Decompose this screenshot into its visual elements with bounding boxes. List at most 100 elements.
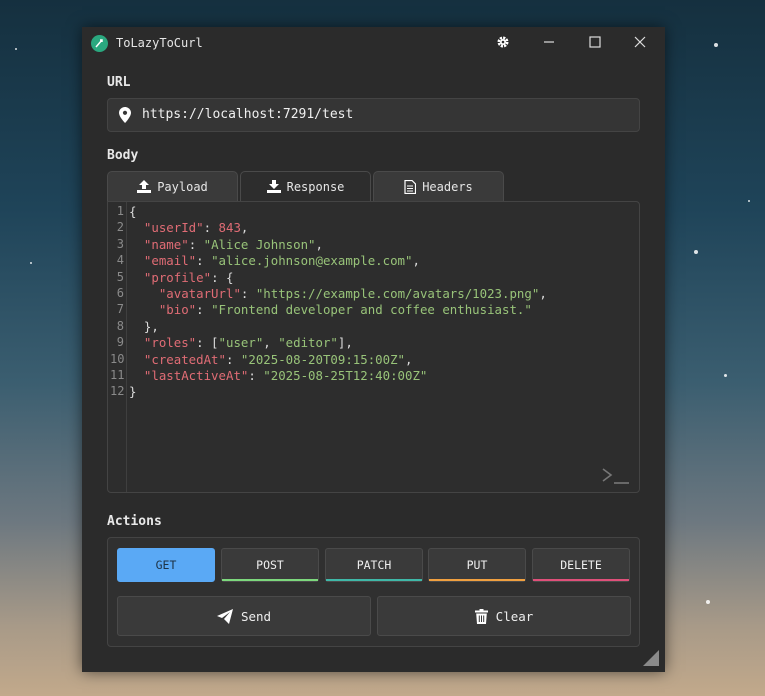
method-label: DELETE bbox=[560, 558, 602, 572]
tab-headers[interactable]: Headers bbox=[373, 171, 504, 201]
method-put-button[interactable]: PUT bbox=[428, 548, 526, 582]
star bbox=[694, 250, 698, 254]
code-token: : bbox=[188, 236, 204, 252]
star bbox=[15, 48, 17, 50]
method-label: GET bbox=[155, 558, 177, 572]
code-token: "profile" bbox=[143, 269, 212, 285]
close-button[interactable] bbox=[625, 31, 655, 55]
url-input[interactable]: https://localhost:7291/test bbox=[107, 98, 640, 132]
code-token: 843 bbox=[218, 220, 241, 236]
url-value: https://localhost:7291/test bbox=[142, 107, 354, 122]
line-number: 2 bbox=[116, 220, 124, 235]
code-token: , bbox=[405, 351, 413, 367]
response-editor[interactable]: 1 2 3 4 5 6 7 8 9 10 11 12 { "userId": 843, "name":… bbox=[107, 201, 640, 493]
code-token: "lastActiveAt" bbox=[143, 368, 249, 383]
code-token: "roles" bbox=[143, 335, 197, 351]
upload-icon bbox=[137, 180, 152, 193]
method-delete-button[interactable]: DELETE bbox=[532, 548, 630, 582]
code-token: : bbox=[196, 253, 212, 269]
actions-label: Actions bbox=[107, 514, 162, 529]
code-line: "createdAt": "2025-08-20T09:15:00Z", bbox=[129, 352, 413, 367]
code-token: }, bbox=[129, 318, 159, 334]
line-number: 11 bbox=[110, 368, 125, 382]
code-line: "email": "alice.johnson@example.com", bbox=[129, 253, 420, 268]
send-button[interactable]: Send bbox=[117, 596, 371, 636]
code-token: "name" bbox=[143, 236, 189, 252]
code-token: "avatarUrl" bbox=[158, 286, 241, 301]
code-line: "bio": "Frontend developer and coffee en… bbox=[129, 302, 532, 317]
gear-icon bbox=[497, 36, 509, 48]
code-token: : { bbox=[211, 269, 234, 285]
code-line: "lastActiveAt": "2025-08-25T12:40:00Z" bbox=[129, 368, 427, 383]
clear-button[interactable]: Clear bbox=[377, 596, 631, 636]
code-line: "userId": 843, bbox=[129, 220, 248, 235]
code-token: "2025-08-20T09:15:00Z" bbox=[240, 351, 406, 367]
code-line: } bbox=[129, 384, 136, 399]
method-patch-button[interactable]: PATCH bbox=[325, 548, 423, 582]
maximize-icon bbox=[589, 36, 601, 48]
method-underline bbox=[429, 579, 525, 581]
code-line: "name": "Alice Johnson", bbox=[129, 237, 323, 252]
line-number-gutter: 1 2 3 4 5 6 7 8 9 10 11 12 bbox=[108, 202, 127, 492]
code-token: , bbox=[539, 286, 547, 301]
code-line: "avatarUrl": "https://example.com/avatar… bbox=[129, 286, 547, 301]
app-logo-icon bbox=[91, 35, 108, 52]
code-token: , bbox=[315, 236, 323, 252]
code-token: "editor" bbox=[278, 335, 338, 351]
code-line: "profile": { bbox=[129, 269, 234, 285]
method-label: PATCH bbox=[356, 558, 392, 572]
code-line: "roles": ["user", "editor"], bbox=[129, 335, 353, 350]
star bbox=[30, 262, 32, 264]
close-icon bbox=[634, 36, 646, 48]
line-number: 3 bbox=[116, 236, 124, 251]
method-label: PUT bbox=[466, 558, 488, 572]
actions-panel: GET POST PATCH PUT DELETE Send Clear bbox=[107, 537, 640, 647]
minimize-button[interactable] bbox=[534, 31, 564, 55]
code-token: : [ bbox=[196, 335, 219, 351]
send-label: Send bbox=[240, 608, 272, 624]
line-number: 9 bbox=[116, 335, 124, 350]
code-token: "createdAt" bbox=[143, 351, 226, 367]
minimize-icon bbox=[544, 41, 554, 43]
code-token: : bbox=[240, 286, 256, 301]
code-token: "user" bbox=[218, 335, 264, 351]
code-line: { bbox=[129, 204, 136, 219]
tab-payload[interactable]: Payload bbox=[107, 171, 238, 201]
method-underline bbox=[222, 579, 318, 581]
terminal-icon[interactable] bbox=[601, 466, 631, 486]
location-pin-icon bbox=[119, 107, 131, 123]
code-token: "bio" bbox=[158, 302, 197, 318]
code-token: { bbox=[129, 204, 137, 219]
maximize-button[interactable] bbox=[580, 31, 610, 55]
document-icon bbox=[404, 179, 417, 194]
code-token: ], bbox=[337, 335, 353, 351]
code-token: "userId" bbox=[143, 220, 204, 236]
star bbox=[706, 600, 710, 604]
code-token: , bbox=[240, 220, 249, 236]
title-bar[interactable]: ToLazyToCurl bbox=[82, 27, 665, 59]
tab-label: Headers bbox=[422, 179, 473, 194]
code-line: }, bbox=[129, 319, 159, 334]
resize-grip-icon[interactable] bbox=[643, 650, 659, 666]
method-get-button[interactable]: GET bbox=[117, 548, 215, 582]
trash-icon bbox=[474, 608, 488, 624]
line-number: 6 bbox=[116, 286, 124, 300]
code-token: : bbox=[225, 351, 241, 367]
line-number: 10 bbox=[110, 351, 125, 366]
code-token: "https://example.com/avatars/1023.png" bbox=[255, 286, 540, 301]
code-token: : bbox=[203, 220, 219, 236]
clear-label: Clear bbox=[495, 608, 534, 624]
code-token: "email" bbox=[143, 253, 197, 269]
line-number: 1 bbox=[116, 204, 124, 218]
method-post-button[interactable]: POST bbox=[221, 548, 319, 582]
code-token: "Alice Johnson" bbox=[203, 236, 316, 252]
tab-response[interactable]: Response bbox=[240, 171, 371, 201]
code-token: : bbox=[248, 368, 264, 383]
tab-label: Payload bbox=[157, 179, 208, 194]
settings-button[interactable] bbox=[488, 31, 518, 55]
line-number: 12 bbox=[110, 384, 125, 399]
